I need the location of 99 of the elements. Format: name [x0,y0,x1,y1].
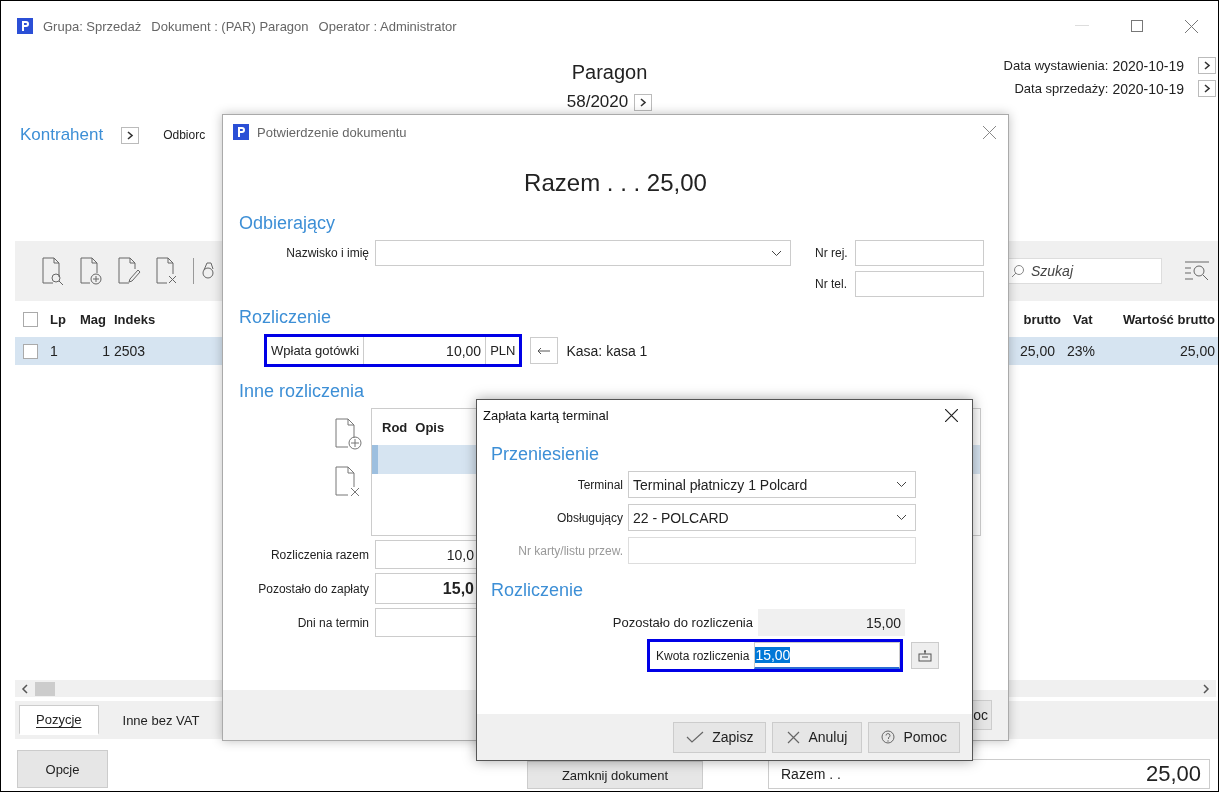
tab[interactable]: Inne bez VAT [106,706,216,734]
input-field[interactable] [855,240,984,266]
field-label: Kwota rozliczenia [656,648,751,663]
document-edit-icon[interactable] [117,257,141,285]
arrow-left-icon [537,346,552,355]
amount-input[interactable]: 15,00 [754,642,901,669]
cash-register-label: Kasa: kasa 1 [566,342,648,359]
document-title: Paragon [571,61,648,84]
total-amount: Razem . . . 25,00 [523,169,708,197]
field-label: Odbiorc [163,128,206,142]
section-heading: Rozliczenie [491,580,584,601]
document-add-icon[interactable] [335,418,363,450]
calculator-button[interactable] [911,642,940,669]
options-button[interactable]: Opcje [17,750,108,788]
column-header[interactable]: Wartość brutto [1123,311,1218,327]
total-label: Razem . . [781,766,841,782]
scroll-right-icon[interactable] [1202,683,1210,694]
input-field[interactable]: 10,0 [375,540,479,569]
cross-icon [787,730,801,744]
section-heading: Odbierający [239,213,336,234]
dialog-title: Zapłata kartą terminal [483,407,609,423]
row-checkbox[interactable] [23,343,38,359]
chevron-right-icon [126,130,134,140]
section-heading: Przeniesienie [491,444,600,465]
maximize-icon[interactable] [1131,20,1143,32]
section-heading: Inne rozliczenia [239,381,365,402]
field-label: Nazwisko i imię [285,246,370,260]
chevron-down-icon [771,249,782,257]
save-button[interactable]: Zapisz [673,721,767,753]
field-label: Terminal [576,477,624,492]
app-logo-icon [17,18,33,34]
close-document-button[interactable]: Zamknij dokument [527,761,703,789]
arrow-left-button[interactable] [530,337,559,364]
document-add-icon[interactable] [79,257,103,285]
combo-box[interactable]: 22 - POLCARD [628,504,916,531]
expand-button[interactable] [634,93,653,111]
select-all-checkbox[interactable] [23,311,38,327]
checkmark-icon [686,731,705,743]
combo-box[interactable]: Terminal płatniczy 1 Polcard [628,471,916,498]
date-label: Data wystawienia: [1003,58,1109,73]
filter-search-icon[interactable] [1184,260,1210,282]
expand-button[interactable] [121,126,140,144]
field-label: Nr tel. [815,277,848,291]
chevron-right-icon [639,97,647,107]
scroll-left-icon[interactable] [21,683,29,694]
cash-payment-field[interactable]: Wpłata gotówki 10,00 PLN [264,334,523,367]
chevron-right-icon [1203,84,1211,93]
window-title: Operator : Administrator [318,18,457,34]
document-delete-icon[interactable] [155,257,179,285]
field-label: Nr karty/listu przew. [517,543,624,558]
expand-button[interactable] [1198,57,1216,74]
chevron-right-icon [1203,61,1211,70]
document-number: 58/2020 [566,92,629,112]
table-cell-text: 25,00 [1018,343,1055,359]
search-field[interactable]: Szukaj [1006,258,1162,284]
table-cell-text: 1 [50,343,59,359]
app-logo-icon [233,124,249,140]
document-search-icon[interactable] [41,257,65,285]
field-label: Obsługujący [555,510,624,525]
column-header[interactable]: Opis [415,419,445,435]
section-heading[interactable]: Kontrahent [20,125,104,145]
field-label: Pozostało do zapłaty [257,581,370,596]
field-label: Rozliczenia razem [269,547,370,562]
question-mark-icon [881,730,896,744]
name-combo-box[interactable] [375,240,791,266]
date-value: 2020-10-19 [1112,57,1184,74]
search-icon [1011,264,1025,278]
input-field[interactable] [855,271,984,297]
column-header[interactable]: Vat [1061,311,1124,327]
column-header[interactable]: Rod [382,419,408,435]
tab[interactable]: Pozycje [19,705,99,735]
readonly-field: 15,00 [758,609,905,636]
input-field[interactable] [628,537,916,564]
field-label: Dni na termin [296,615,370,630]
window-title: Dokument : (PAR) Paragon [151,18,309,34]
input-field[interactable] [375,608,479,637]
column-header[interactable]: Lp [50,311,80,327]
field-label: Nr rej. [815,246,849,260]
window-title: Grupa: Sprzedaż [43,18,142,34]
input-field[interactable]: 15,0 [375,573,479,604]
section-heading: Rozliczenie [239,307,332,328]
expand-button[interactable] [1198,80,1216,97]
field-label: Pozostało do rozliczenia [611,615,754,630]
chevron-down-icon [896,514,907,521]
chevron-down-icon [896,481,907,488]
column-header[interactable]: Indeks [110,311,184,327]
cancel-button[interactable]: Anuluj [772,721,863,753]
close-icon[interactable] [945,408,958,422]
scrollbar-thumb[interactable] [35,681,55,696]
table-cell-text: 2503 [113,343,147,359]
table-cell-text: 23% [1066,343,1097,359]
date-label: Data sprzedaży: [1014,81,1109,96]
table-cell-text: 25,00 [1178,343,1216,359]
column-header[interactable]: Mag [80,311,110,327]
date-value: 2020-10-19 [1112,80,1184,97]
table-cell-text: 1 [101,343,110,359]
dialog-title: Potwierdzenie dokumentu [257,124,407,140]
help-button[interactable]: Pomoc [868,721,960,753]
total-value: 25,00 [1145,761,1201,787]
